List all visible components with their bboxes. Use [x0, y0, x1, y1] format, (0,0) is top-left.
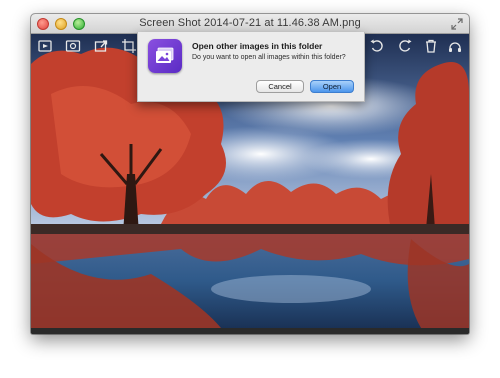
dialog-message: Do you want to open all images within th…	[192, 54, 346, 61]
trash-icon[interactable]	[423, 38, 439, 54]
status-bar	[31, 328, 469, 334]
rotate-left-icon[interactable]	[369, 38, 385, 54]
export-icon[interactable]	[93, 38, 109, 54]
view-icon[interactable]	[65, 38, 81, 54]
open-folder-dialog: Open other images in this folder Do you …	[137, 32, 365, 102]
title-bar[interactable]: Screen Shot 2014-07-21 at 11.46.38 AM.pn…	[31, 14, 469, 34]
crop-icon[interactable]	[121, 38, 137, 54]
window-title: Screen Shot 2014-07-21 at 11.46.38 AM.pn…	[139, 17, 361, 29]
app-icon	[148, 39, 182, 73]
open-button[interactable]: Open	[310, 80, 354, 93]
fullscreen-icon[interactable]	[451, 18, 463, 30]
dialog-title: Open other images in this folder	[192, 41, 323, 51]
rotate-right-icon[interactable]	[397, 38, 413, 54]
share-icon[interactable]	[447, 38, 463, 54]
cancel-button[interactable]: Cancel	[256, 80, 304, 93]
slideshow-icon[interactable]	[37, 38, 53, 54]
